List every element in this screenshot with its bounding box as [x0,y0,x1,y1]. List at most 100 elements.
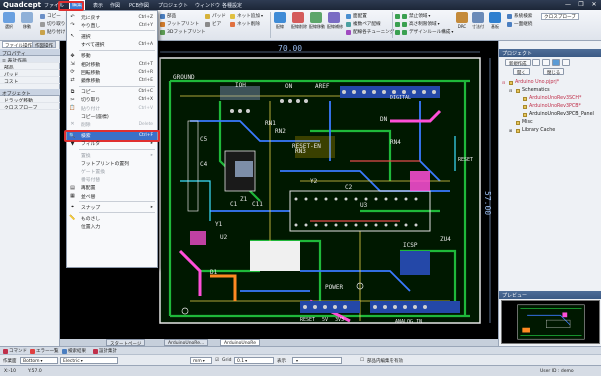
tree-item[interactable]: Misc [509,120,533,125]
edit-menu-item[interactable]: すべて選択 Ctrl+A [67,41,157,49]
edit-menu-item[interactable]: ↶ 元に戻す Ctrl+Z [67,13,157,21]
grid-checkbox[interactable]: ☑ [215,358,219,363]
edit-menu-item[interactable]: ゲート置換 [67,167,157,175]
edit-menu-item[interactable]: ⧉ コピー Ctrl+C [67,88,157,96]
edit-menu-item[interactable]: コピー(座標) [67,112,157,120]
edit-menu-item[interactable]: ↖ 選択 [67,32,157,40]
menu-window[interactable]: ウィンドウ [195,2,220,9]
route-button[interactable]: 配線 [273,12,287,30]
ribbon-place-3d[interactable]: 3Dフットプリント [160,29,206,35]
object-row[interactable]: クロスプローブ [0,103,60,110]
tab-start-page[interactable]: スタートページ [106,339,146,347]
settings-icon[interactable] [562,59,570,66]
ribbon-cut[interactable]: 切り取り [40,21,65,27]
ribbon-diff-pair[interactable]: 複数ペア配線 [346,21,381,27]
project-close-button[interactable]: 閉じる [543,68,565,76]
app-logo: Quadcept [3,1,41,9]
property-row[interactable]: パッド [0,70,60,77]
ribbon-continue[interactable]: 一面継続 [507,21,532,27]
ribbon-net-delete[interactable]: ネット削除 [230,21,260,27]
menu-pcb-draw[interactable]: PCB作図 [129,2,149,9]
tree-item[interactable]: ⊟ Arduino Uno.pjprj* [502,80,559,85]
edit-menu-item[interactable]: ⇲ 相対移動 Ctrl+T [67,60,157,68]
refresh-icon[interactable] [552,59,560,66]
ribbon-place-part[interactable]: 部品 [160,13,176,19]
ribbon-height-limit[interactable]: 高さ制限領域 [395,21,440,27]
tab-file-ops[interactable]: ファイル操作 [2,41,35,49]
edit-menu-item[interactable]: ⟳ 回転移動 Ctrl+R [67,68,157,76]
edit-menu-item[interactable]: ▦ 並べ替 [67,192,157,200]
menu-view[interactable]: 表示 [93,2,103,9]
route-move-button[interactable]: 配線移動 [309,12,325,30]
cross-probe-box[interactable]: クロスプローブ [541,13,579,20]
edit-menu-item[interactable]: ⇄ 鏡像移動 Ctrl+E [67,76,157,84]
tab-doc-2[interactable]: ArduinoUnoRe [220,339,261,346]
edit-menu-item[interactable]: フットプリントの置列 [67,159,157,167]
edit-menu-item[interactable]: 📏 ものさし [67,214,157,222]
ribbon-place-footprint[interactable]: フットプリント [160,21,199,27]
edit-menu-item[interactable]: 番号付替 [67,176,157,184]
grid-select[interactable]: 0.1 [234,357,274,364]
ribbon-keepout[interactable]: 禁止領域 [395,13,430,19]
tree-item[interactable]: ArduinoUnoRev3PCB_Panel [516,112,594,117]
edit-menu-item[interactable]: 📋 貼り付け Ctrl+V [67,104,157,112]
project-open-button[interactable]: 開く [513,68,530,76]
move-tool-button[interactable]: 移動 [20,12,34,30]
route-fix-button[interactable]: 配線補修 [327,12,343,30]
ribbon-system-search[interactable]: 系統検索 [507,13,532,19]
ribbon-pad[interactable]: パッド [205,13,226,19]
ribbon-tuning[interactable]: 配線各チューニング [346,29,397,35]
edit-menu-item[interactable]: ▼ フィルタ ▸ [67,140,157,148]
menu-draw[interactable]: 作図 [110,2,120,9]
work-layer-select[interactable]: Bottom [20,357,58,364]
tree-item[interactable]: ArduinoUnoRev3PCB* [516,104,581,109]
tree-item[interactable]: ⊟ Schematics [509,88,550,93]
ribbon-design-rule[interactable]: デザインルール構成 [395,29,453,35]
edit-menu-item[interactable]: ✂ 切り取り Ctrl+X [67,96,157,104]
edit-menu-item[interactable]: ▤ 再配置 [67,184,157,192]
open-folder-icon[interactable] [532,59,540,66]
ribbon-paste[interactable]: 貼り付け [40,29,65,35]
tab-draw-ops[interactable]: 作図操作 [32,41,56,49]
edit-menu-item[interactable]: ⌖ スナップ ▸ [67,203,157,211]
board-button[interactable]: 基板 [488,12,502,30]
edit-menu-item[interactable]: ✥ 移動 [67,52,157,60]
ribbon-copy[interactable]: コピー [40,13,61,19]
object-row[interactable]: ドラッグ移動 [0,96,60,103]
dimension-button[interactable]: 寸法付 [471,12,485,30]
unit-select[interactable]: mm [190,357,212,364]
ribbon-via[interactable]: ビア [205,21,221,27]
ribbon-net-add[interactable]: ネット追加 [230,13,263,19]
maximize-button[interactable]: ❐ [575,1,587,9]
project-new-button[interactable]: 新規作成 [505,59,531,67]
tree-item[interactable]: ⊞ Library Cache [509,128,555,133]
edit-in-part-checkbox[interactable]: ☐ [360,358,364,363]
tree-toggle-icon[interactable]: ⊞ [509,128,514,133]
tab-doc-1[interactable]: ArduinoUnoRe... [164,339,209,346]
edit-menu-item[interactable]: ✕ 削除 Delete [67,120,157,128]
select-tool-button[interactable]: 選択 [2,12,16,30]
close-window-button[interactable]: ✕ [588,1,600,9]
menu-settings[interactable]: 各種設定 [222,2,242,9]
ribbon-plane[interactable]: 面配置 [346,13,367,19]
property-row[interactable]: 部品 [0,63,60,70]
display-select[interactable] [292,357,342,364]
route-delete-button[interactable]: 配線削除 [291,12,307,30]
menu-separator [79,149,155,150]
save-icon[interactable] [542,59,550,66]
left-panel: ファイル操作 作図操作 プロパティ ≡ 表計作画 部品 パッド コスト オブジェ… [0,41,60,346]
header-icsp [400,251,430,275]
net-select[interactable]: Electric [60,357,118,364]
menu-project[interactable]: プロジェクト [158,2,188,9]
minimize-button[interactable]: — [562,1,574,9]
edit-menu-item[interactable]: 置換 ▸ [67,151,157,159]
property-row[interactable]: コスト [0,77,60,84]
drc-button[interactable]: DRC [455,12,469,30]
silk-label: IOH [235,82,246,89]
tree-toggle-icon[interactable]: ⊟ [509,88,514,93]
tree-item[interactable]: ArduinoUnoRev3SCH* [516,96,581,101]
edit-menu-item[interactable]: ↷ やり直し Ctrl+Y [67,21,157,29]
property-row[interactable]: ≡ 表計作画 [0,56,60,63]
tree-toggle-icon[interactable]: ⊟ [502,80,507,85]
edit-menu-item[interactable]: 位置入力 [67,223,157,231]
